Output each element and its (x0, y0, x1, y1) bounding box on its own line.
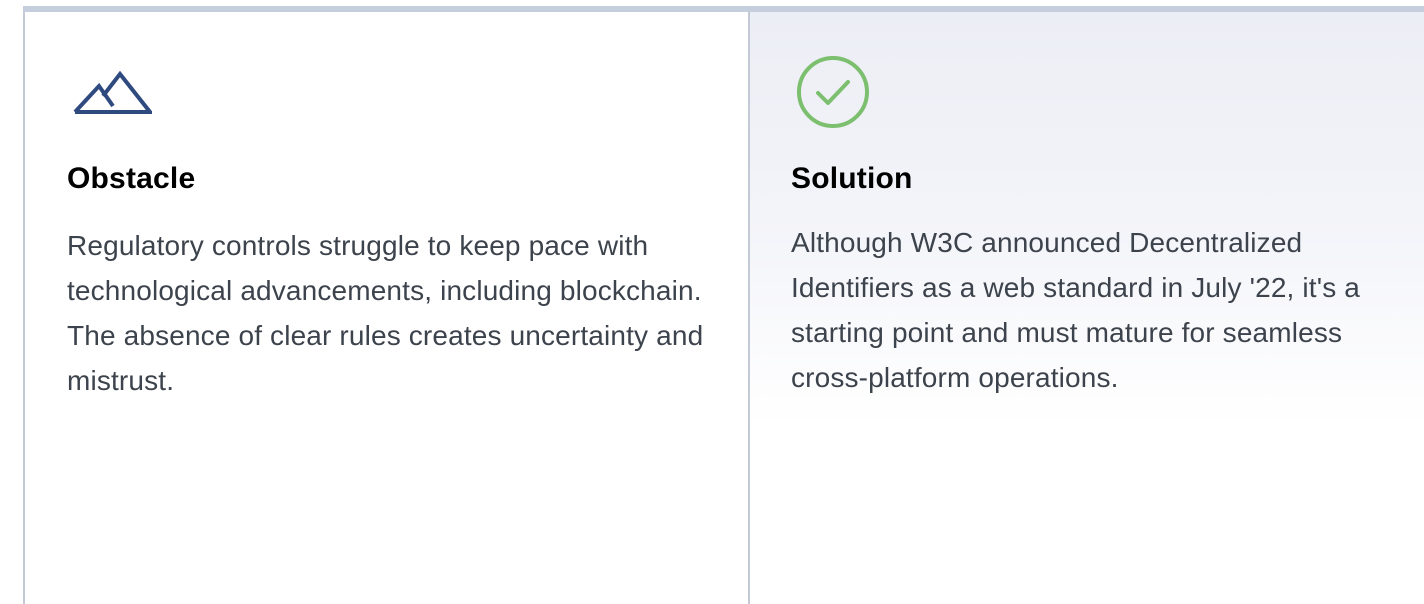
solution-title: Solution (791, 162, 913, 195)
checkmark-circle-icon (797, 56, 869, 128)
obstacle-title: Obstacle (67, 162, 196, 195)
obstacle-card: Obstacle Regulatory controls struggle to… (23, 12, 750, 604)
solution-description: Although W3C announced Decentralized Ide… (791, 227, 1361, 393)
comparison-panel: Obstacle Regulatory controls struggle to… (23, 6, 1424, 604)
solution-card: Solution Although W3C announced Decentra… (750, 12, 1424, 604)
obstacle-description: Regulatory controls struggle to keep pac… (67, 230, 704, 396)
mountain-icon (73, 70, 152, 114)
